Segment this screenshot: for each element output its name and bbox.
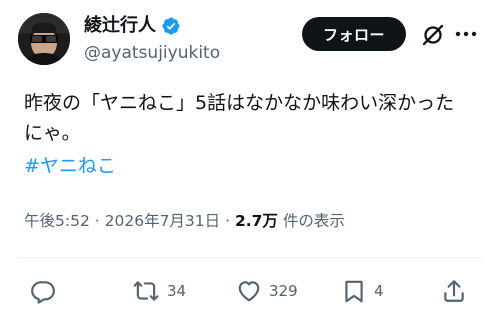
bookmark-icon [345,280,363,303]
avatar[interactable] [18,13,70,65]
tweet-date[interactable]: 2026年7月31日 [105,212,221,230]
display-name-row: 綾辻行人 [84,14,220,38]
display-name[interactable]: 綾辻行人 [84,14,156,38]
views-label: 件の表示 [282,212,345,230]
reply-icon [31,281,55,304]
retweet-count: 34 [167,282,187,300]
user-handle[interactable]: @ayatsujiyukito [84,42,220,64]
tweet-text: 昨夜の「ヤニねこ」5話はなかなか味わい深かったにゃ。 [24,92,455,144]
like-button[interactable]: 329 [236,278,298,304]
divider [18,257,482,258]
retweet-button[interactable]: 34 [132,278,186,304]
share-icon [444,280,464,302]
bookmark-count: 4 [374,282,384,300]
bookmark-button[interactable]: 4 [341,278,384,304]
like-count: 329 [269,282,298,300]
more-icon[interactable] [453,24,479,44]
grok-icon[interactable] [420,22,446,48]
user-info: 綾辻行人 @ayatsujiyukito [84,14,220,64]
follow-button[interactable]: フォロー [302,17,406,51]
hashtag-link[interactable]: #ヤニねこ [24,151,116,181]
tweet-meta: 午後5:52 · 2026年7月31日 · 2.7万 件の表示 [24,209,345,233]
tweet-card: 綾辻行人 @ayatsujiyukito フォロー 昨夜の「ヤニねこ」5話はなか… [0,0,500,331]
avatar-image [18,13,70,65]
heart-icon [238,281,260,302]
meta-separator: · [225,212,231,230]
share-button[interactable] [441,278,467,304]
verified-badge-icon [162,17,180,35]
meta-separator: · [94,212,100,230]
reply-button[interactable] [30,278,63,304]
views-count: 2.7万 [234,212,278,230]
tweet-time[interactable]: 午後5:52 [24,212,90,230]
retweet-icon [133,281,159,301]
